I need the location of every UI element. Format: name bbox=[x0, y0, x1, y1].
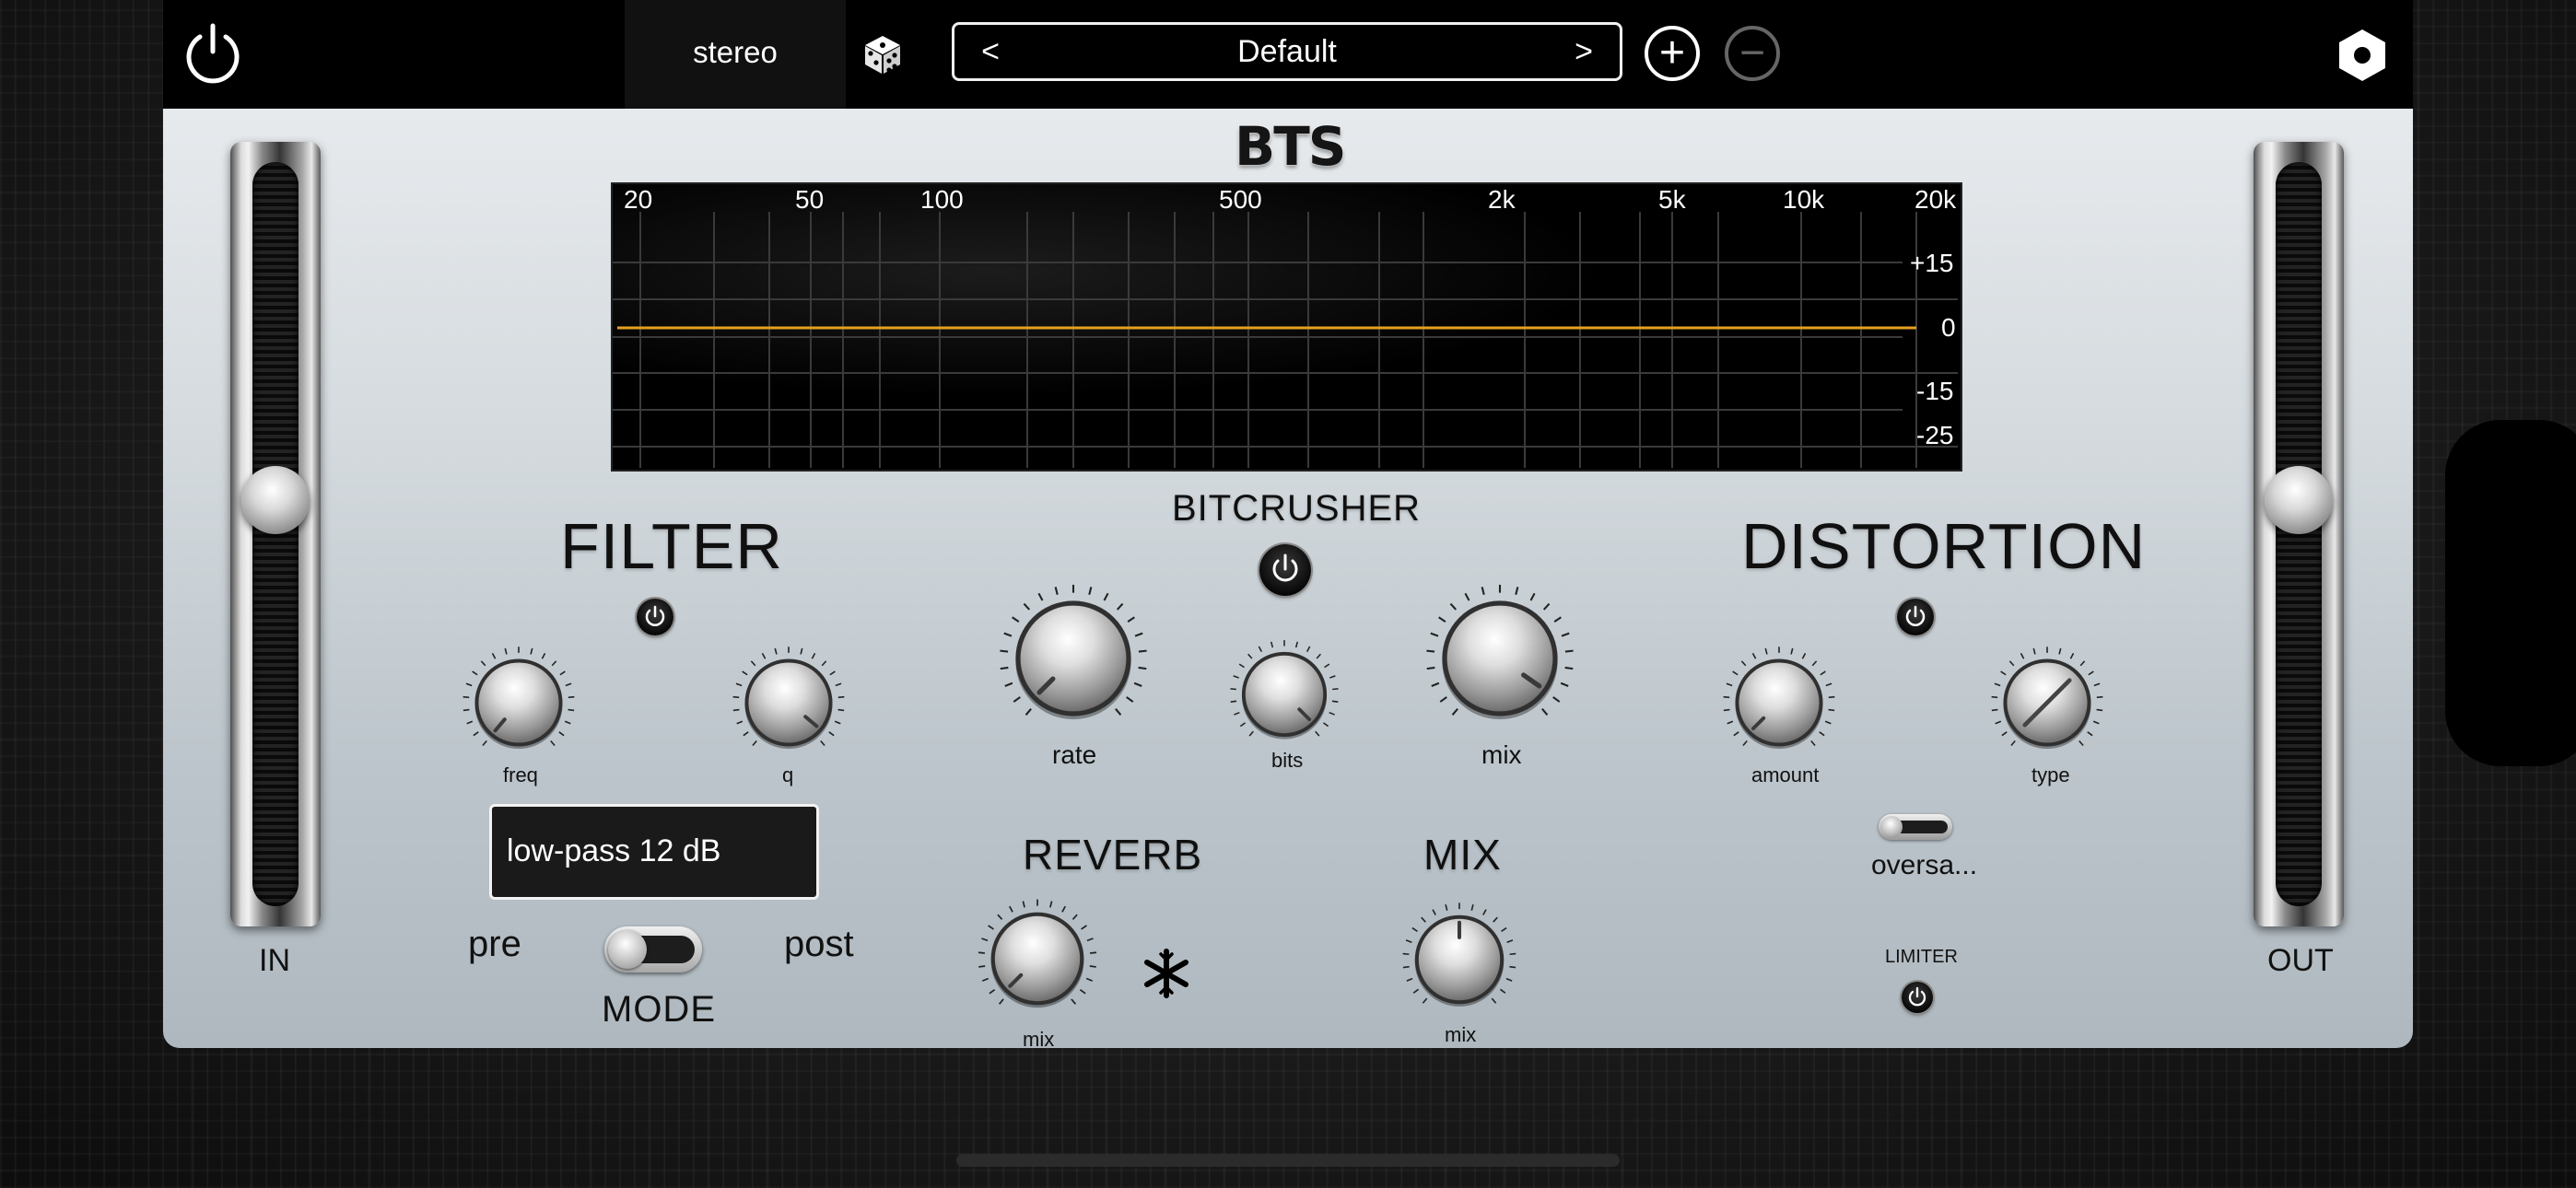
eq-freq-label: 500 bbox=[1219, 185, 1262, 214]
bitcrusher-mix-label: mix bbox=[1481, 740, 1522, 769]
eq-freq-label: 10k bbox=[1783, 185, 1825, 214]
input-slider-thumb[interactable] bbox=[241, 466, 310, 534]
output-slider-track bbox=[2276, 162, 2322, 906]
limiter-label: LIMITER bbox=[1885, 947, 1958, 967]
input-label: IN bbox=[259, 943, 290, 978]
randomize-dice-icon[interactable] bbox=[861, 33, 904, 76]
mode-label: MODE bbox=[602, 989, 716, 1030]
eq-grid bbox=[613, 212, 1958, 468]
bitcrusher-rate-knob[interactable] bbox=[993, 578, 1153, 739]
channel-mode-button[interactable]: stereo bbox=[625, 0, 846, 109]
master-mix-label: mix bbox=[1445, 1023, 1477, 1046]
distortion-power-icon[interactable] bbox=[1897, 599, 1934, 635]
mode-pre-label: pre bbox=[468, 924, 521, 964]
filter-power-icon[interactable] bbox=[637, 599, 673, 635]
distortion-type-knob[interactable] bbox=[1986, 642, 2108, 763]
reverb-mix-label: mix bbox=[1023, 1028, 1055, 1051]
reverb-freeze-snowflake-icon[interactable] bbox=[1139, 946, 1194, 1001]
distortion-amount-label: amount bbox=[1751, 763, 1820, 786]
eq-freq-label: 5k bbox=[1658, 185, 1686, 214]
output-label: OUT bbox=[2267, 943, 2334, 978]
filter-freq-label: freq bbox=[503, 763, 538, 786]
master-mix-knob[interactable] bbox=[1398, 898, 1521, 1021]
eq-freq-label: 20k bbox=[1914, 185, 1957, 214]
next-preset-arrow[interactable]: > bbox=[1561, 25, 1607, 78]
eq-gain-label: 0 bbox=[1941, 313, 1956, 342]
eq-freq-label: 100 bbox=[920, 185, 964, 214]
distortion-title: DISTORTION bbox=[1741, 510, 2147, 582]
filter-mode-toggle[interactable] bbox=[604, 926, 702, 973]
oversampling-toggle-thumb bbox=[1880, 816, 1903, 838]
preset-name: Default bbox=[1237, 34, 1337, 69]
settings-hexagon-icon[interactable] bbox=[2335, 28, 2390, 83]
bitcrusher-power-icon[interactable] bbox=[1259, 544, 1311, 596]
eq-freq-label: 50 bbox=[795, 185, 825, 214]
oversampling-label: oversa... bbox=[1871, 850, 1978, 880]
mode-post-label: post bbox=[784, 924, 854, 964]
reverb-mix-knob[interactable] bbox=[973, 894, 1102, 1023]
distortion-type-label: type bbox=[2032, 763, 2070, 786]
bitcrusher-bits-knob[interactable] bbox=[1225, 635, 1343, 753]
eq-display[interactable]: 20 50 100 500 2k 5k 10k 20k +15 0 -15 -2… bbox=[611, 182, 1962, 472]
reverb-title: REVERB bbox=[1023, 831, 1203, 879]
bitcrusher-title: BITCRUSHER bbox=[1172, 488, 1422, 529]
mode-toggle-thumb bbox=[608, 930, 647, 969]
filter-type-select[interactable]: low-pass 12 dB bbox=[489, 804, 819, 900]
oversampling-toggle[interactable] bbox=[1879, 814, 1952, 840]
filter-q-label: q bbox=[782, 763, 794, 786]
bitcrusher-bits-label: bits bbox=[1271, 749, 1304, 772]
add-preset-button[interactable]: + bbox=[1645, 26, 1700, 81]
plugin-logo: BTS bbox=[1235, 115, 1347, 178]
device-side-notch bbox=[2445, 420, 2576, 766]
limiter-power-icon[interactable] bbox=[1902, 982, 1933, 1013]
eq-freq-label: 2k bbox=[1488, 185, 1516, 214]
home-indicator[interactable] bbox=[956, 1154, 1620, 1167]
eq-gain-label: +15 bbox=[1910, 249, 1954, 277]
distortion-amount-knob[interactable] bbox=[1718, 642, 1840, 763]
bitcrusher-mix-knob[interactable] bbox=[1420, 578, 1580, 739]
filter-q-knob[interactable] bbox=[728, 642, 849, 763]
filter-title: FILTER bbox=[560, 510, 783, 582]
input-slider-track bbox=[252, 162, 299, 906]
preset-selector[interactable]: < Default > bbox=[952, 22, 1622, 81]
mix-title: MIX bbox=[1423, 831, 1502, 879]
filter-freq-knob[interactable] bbox=[458, 642, 580, 763]
output-gain-slider[interactable] bbox=[2254, 142, 2344, 926]
output-slider-thumb[interactable] bbox=[2265, 466, 2333, 534]
eq-freq-label: 20 bbox=[624, 185, 653, 214]
eq-gain-label: -15 bbox=[1916, 377, 1954, 405]
bypass-power-icon[interactable] bbox=[182, 20, 243, 85]
input-gain-slider[interactable] bbox=[230, 142, 321, 926]
remove-preset-button[interactable]: − bbox=[1725, 26, 1780, 81]
eq-gain-label: -25 bbox=[1916, 421, 1954, 449]
bitcrusher-rate-label: rate bbox=[1052, 740, 1097, 769]
